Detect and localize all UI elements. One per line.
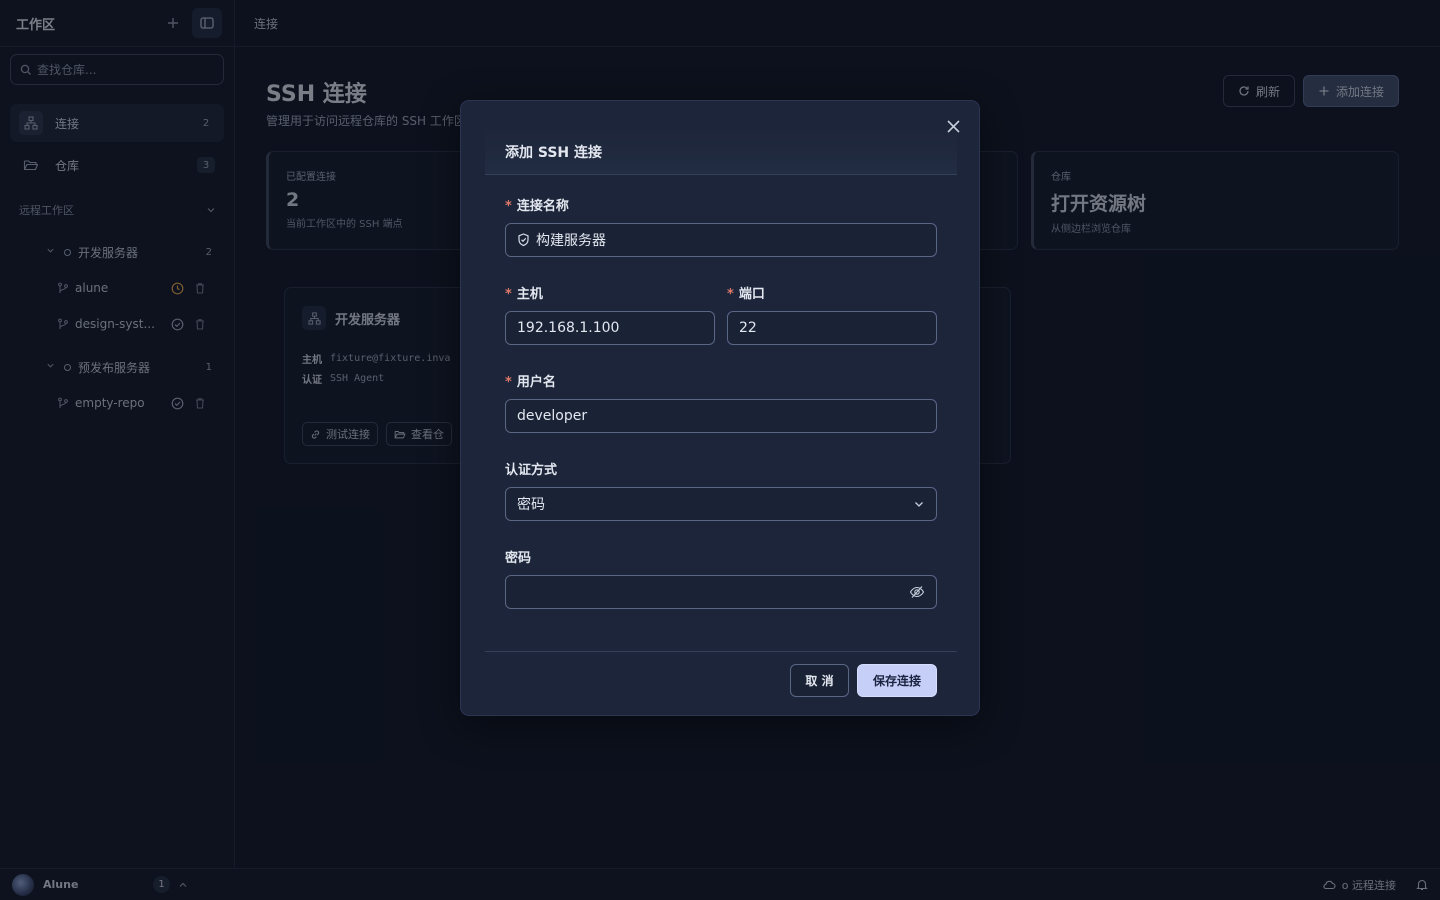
close-button[interactable] [946, 119, 961, 138]
add-ssh-connection-dialog: 添加 SSH 连接 * 连接名称 构建服务器 * 主机 192.168.1.100 … [460, 100, 980, 716]
auth-method-value: 密码 [517, 497, 545, 513]
username-field[interactable]: developer [505, 399, 937, 433]
port-field[interactable]: 22 [727, 311, 937, 345]
connection-name-value: 构建服务器 [536, 233, 606, 249]
chevron-down-icon [913, 498, 925, 510]
username-value: developer [517, 408, 588, 424]
dialog-footer-divider [485, 651, 957, 652]
password-label: 密码 [505, 551, 532, 566]
close-icon [947, 120, 960, 133]
username-label: * 用户名 [505, 371, 556, 390]
password-field[interactable] [505, 575, 937, 609]
username-label-text: 用户名 [516, 375, 556, 390]
connection-name-field[interactable]: 构建服务器 [505, 223, 937, 257]
required-mark: * [505, 375, 512, 390]
host-label: * 主机 [505, 283, 543, 302]
port-label-text: 端口 [738, 287, 765, 302]
required-mark: * [505, 287, 512, 302]
shield-check-icon [517, 233, 530, 247]
cancel-button[interactable]: 取 消 [790, 664, 849, 697]
required-mark: * [505, 199, 512, 214]
save-connection-button[interactable]: 保存连接 [857, 664, 937, 697]
host-label-text: 主机 [516, 287, 543, 302]
host-field[interactable]: 192.168.1.100 [505, 311, 715, 345]
auth-method-select[interactable]: 密码 [505, 487, 937, 521]
eye-off-icon[interactable] [909, 585, 925, 599]
auth-method-label: 认证方式 [505, 463, 558, 478]
connection-name-label-text: 连接名称 [516, 199, 569, 214]
port-value: 22 [739, 320, 757, 336]
port-label: * 端口 [727, 283, 765, 302]
dialog-title: 添加 SSH 连接 [485, 125, 957, 175]
required-mark: * [727, 287, 734, 302]
host-value: 192.168.1.100 [517, 320, 620, 336]
connection-name-label: * 连接名称 [505, 195, 569, 214]
